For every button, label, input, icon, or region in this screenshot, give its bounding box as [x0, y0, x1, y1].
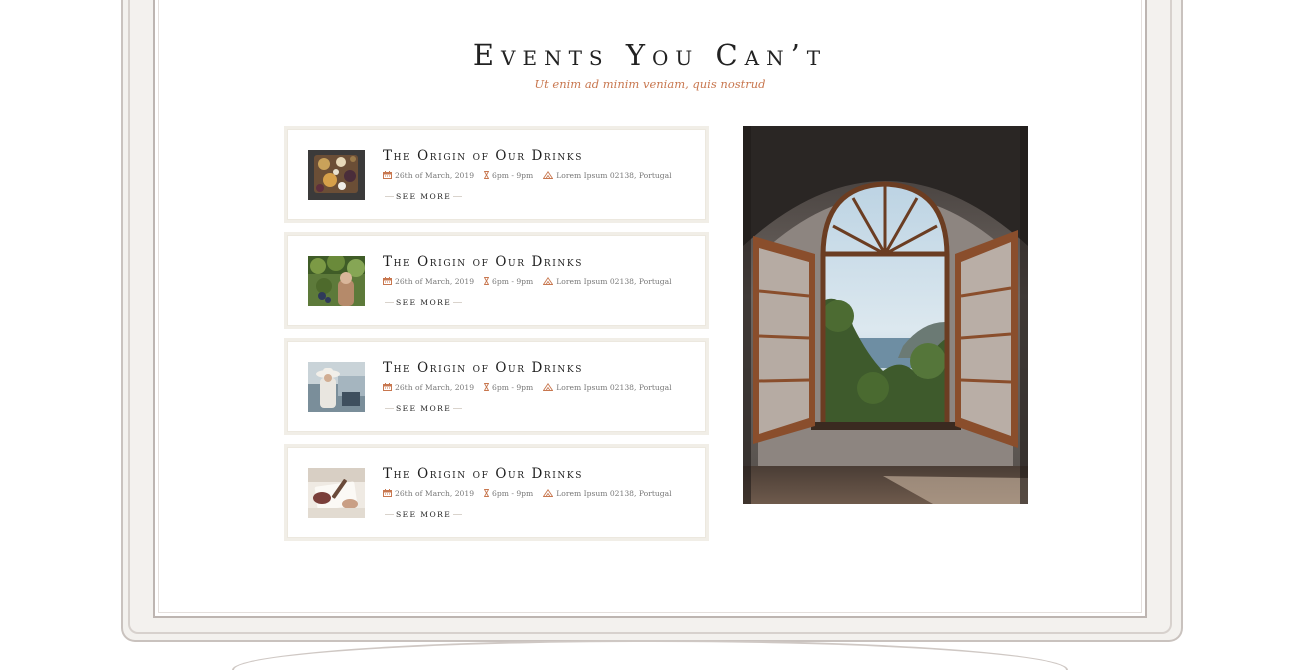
event-card: The Origin of Our Drinks 26th of March, … — [284, 232, 709, 329]
event-thumbnail[interactable] — [308, 256, 365, 306]
hourglass-icon — [483, 382, 490, 393]
hourglass-icon — [483, 170, 490, 181]
mountain-icon — [542, 382, 554, 393]
event-location: Lorem Ipsum 02138, Portugal — [556, 171, 672, 180]
hourglass-icon — [483, 276, 490, 287]
event-card: The Origin of Our Drinks 26th of March, … — [284, 126, 709, 223]
calendar-icon — [383, 488, 392, 499]
see-more-label: see more — [396, 510, 452, 519]
event-meta: 26th of March, 2019 6pm - 9pm Lorem Ipsu… — [383, 170, 672, 181]
calendar-icon — [383, 170, 392, 181]
event-title[interactable]: The Origin of Our Drinks — [383, 360, 583, 376]
mountain-icon — [542, 276, 554, 287]
see-more-label: see more — [396, 298, 452, 307]
event-date: 26th of March, 2019 — [395, 383, 475, 392]
event-meta: 26th of March, 2019 6pm - 9pm Lorem Ipsu… — [383, 276, 672, 287]
hourglass-icon — [483, 488, 490, 499]
feature-image-window — [743, 126, 1028, 504]
event-time: 6pm - 9pm — [492, 277, 534, 286]
event-card: The Origin of Our Drinks 26th of March, … — [284, 444, 709, 541]
event-location: Lorem Ipsum 02138, Portugal — [556, 277, 672, 286]
event-thumbnail[interactable] — [308, 150, 365, 200]
see-more-label: see more — [396, 404, 452, 413]
event-date: 26th of March, 2019 — [395, 277, 475, 286]
event-meta: 26th of March, 2019 6pm - 9pm Lorem Ipsu… — [383, 488, 672, 499]
mountain-icon — [542, 170, 554, 181]
see-more-link[interactable]: see more — [383, 192, 464, 201]
event-location: Lorem Ipsum 02138, Portugal — [556, 383, 672, 392]
page-title: Events You Can’t — [472, 38, 828, 72]
calendar-icon — [383, 276, 392, 287]
event-title[interactable]: The Origin of Our Drinks — [383, 254, 583, 270]
page-subtitle: Ut enim ad minim veniam, quis nostrud — [534, 77, 766, 91]
see-more-link[interactable]: see more — [383, 298, 464, 307]
event-title[interactable]: The Origin of Our Drinks — [383, 148, 583, 164]
see-more-link[interactable]: see more — [383, 510, 464, 519]
event-title[interactable]: The Origin of Our Drinks — [383, 466, 583, 482]
calendar-icon — [383, 382, 392, 393]
event-location: Lorem Ipsum 02138, Portugal — [556, 489, 672, 498]
frame-bottom-arc — [232, 640, 1068, 670]
event-thumbnail[interactable] — [308, 468, 365, 518]
mountain-icon — [542, 488, 554, 499]
event-thumbnail[interactable] — [308, 362, 365, 412]
see-more-link[interactable]: see more — [383, 404, 464, 413]
event-time: 6pm - 9pm — [492, 383, 534, 392]
see-more-label: see more — [396, 192, 452, 201]
event-meta: 26th of March, 2019 6pm - 9pm Lorem Ipsu… — [383, 382, 672, 393]
event-time: 6pm - 9pm — [492, 489, 534, 498]
event-date: 26th of March, 2019 — [395, 171, 475, 180]
event-time: 6pm - 9pm — [492, 171, 534, 180]
event-date: 26th of March, 2019 — [395, 489, 475, 498]
event-card: The Origin of Our Drinks 26th of March, … — [284, 338, 709, 435]
